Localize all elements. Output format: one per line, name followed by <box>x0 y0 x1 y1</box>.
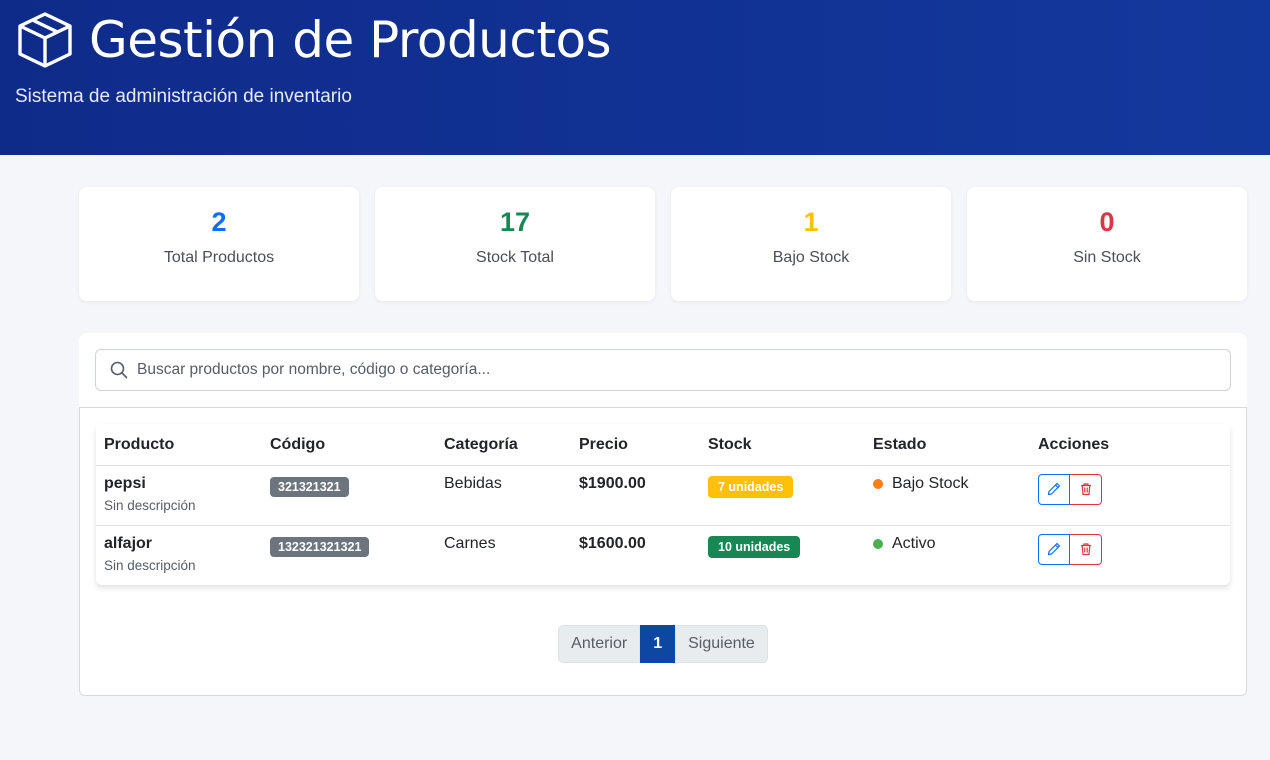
stat-card-total-products: 2 Total Productos <box>79 187 359 301</box>
column-header-code: Código <box>262 424 436 466</box>
stat-card-out-of-stock: 0 Sin Stock <box>967 187 1247 301</box>
trash-icon <box>1080 483 1091 496</box>
product-description: Sin descripción <box>104 557 196 573</box>
stats-row: 2 Total Productos 17 Stock Total 1 Bajo … <box>79 187 1247 301</box>
products-table-card: Producto Código Categoría Precio Stock E… <box>96 424 1230 585</box>
actions-cell <box>1030 525 1230 585</box>
stat-card-low-stock: 1 Bajo Stock <box>671 187 951 301</box>
status-label: Activo <box>892 534 936 552</box>
status-label: Bajo Stock <box>892 474 969 492</box>
stat-value: 17 <box>499 207 531 237</box>
delete-button[interactable] <box>1070 473 1102 505</box>
stock-badge: 10 unidades <box>708 535 801 558</box>
search-icon <box>110 361 128 379</box>
stock-cell: 10 unidades <box>700 525 865 585</box>
category-cell: Bebidas <box>436 465 571 526</box>
column-header-status: Estado <box>865 424 1030 466</box>
code-badge: 132321321321 <box>270 536 370 557</box>
column-header-product: Producto <box>96 424 262 466</box>
code-cell: 132321321321 <box>262 525 436 585</box>
product-name: alfajor <box>104 534 153 552</box>
delete-button[interactable] <box>1070 533 1102 565</box>
trash-icon <box>1080 543 1091 556</box>
column-header-actions: Acciones <box>1030 424 1230 466</box>
status-cell: Activo <box>865 525 1030 585</box>
column-header-stock: Stock <box>700 424 865 466</box>
column-header-category: Categoría <box>436 424 571 466</box>
stat-value: 1 <box>803 207 819 237</box>
stat-label: Bajo Stock <box>772 249 850 266</box>
status-dot-icon <box>873 478 883 489</box>
pencil-icon <box>1047 542 1061 556</box>
price-cell: $1900.00 <box>571 465 700 526</box>
table-header-row: Producto Código Categoría Precio Stock E… <box>96 424 1230 466</box>
product-cell: alfajor Sin descripción <box>96 525 262 585</box>
page-1-button[interactable]: 1 <box>640 625 676 663</box>
stock-badge: 7 unidades <box>708 475 794 498</box>
stock-cell: 7 unidades <box>700 465 865 526</box>
table-panel: Producto Código Categoría Precio Stock E… <box>79 407 1247 696</box>
table-row: pepsi Sin descripción 321321321 Bebidas … <box>96 465 1230 526</box>
stat-label: Total Productos <box>163 249 275 266</box>
stat-label: Stock Total <box>476 249 554 266</box>
page-title: Gestión de Productos <box>89 11 612 69</box>
product-name: pepsi <box>104 474 146 492</box>
box-icon <box>18 12 72 68</box>
status-dot-icon <box>873 538 883 549</box>
stat-card-total-stock: 17 Stock Total <box>375 187 655 301</box>
stat-value: 0 <box>1099 207 1115 237</box>
page-header: Gestión de Productos Sistema de administ… <box>0 0 1270 155</box>
status-cell: Bajo Stock <box>865 465 1030 526</box>
actions-cell <box>1030 465 1230 526</box>
search-box[interactable] <box>95 349 1231 391</box>
pencil-icon <box>1047 482 1061 496</box>
search-panel <box>79 333 1247 407</box>
page-subtitle: Sistema de administración de inventario <box>15 86 352 107</box>
price-cell: $1600.00 <box>579 534 646 552</box>
status-indicator: Bajo Stock <box>873 475 1022 493</box>
stat-label: Sin Stock <box>1073 249 1141 266</box>
code-badge: 321321321 <box>270 476 349 497</box>
edit-button[interactable] <box>1038 473 1070 505</box>
status-indicator: Activo <box>873 535 1022 553</box>
code-cell: 321321321 <box>262 465 436 526</box>
next-page-button[interactable]: Siguiente <box>675 625 768 663</box>
pagination: Anterior 1 Siguiente <box>96 625 1230 663</box>
previous-page-button[interactable]: Anterior <box>558 625 641 663</box>
action-buttons <box>1038 473 1222 505</box>
product-cell: pepsi Sin descripción <box>96 465 262 526</box>
category-cell: Carnes <box>444 534 496 552</box>
search-input[interactable] <box>137 361 1230 379</box>
header-title-row: Gestión de Productos <box>15 10 1255 70</box>
table-row: alfajor Sin descripción 132321321321 Car… <box>96 525 1230 585</box>
edit-button[interactable] <box>1038 533 1070 565</box>
action-buttons <box>1038 533 1222 565</box>
product-description: Sin descripción <box>104 497 196 513</box>
stat-value: 2 <box>211 207 227 237</box>
column-header-price: Precio <box>571 424 700 466</box>
products-table: Producto Código Categoría Precio Stock E… <box>96 424 1230 585</box>
